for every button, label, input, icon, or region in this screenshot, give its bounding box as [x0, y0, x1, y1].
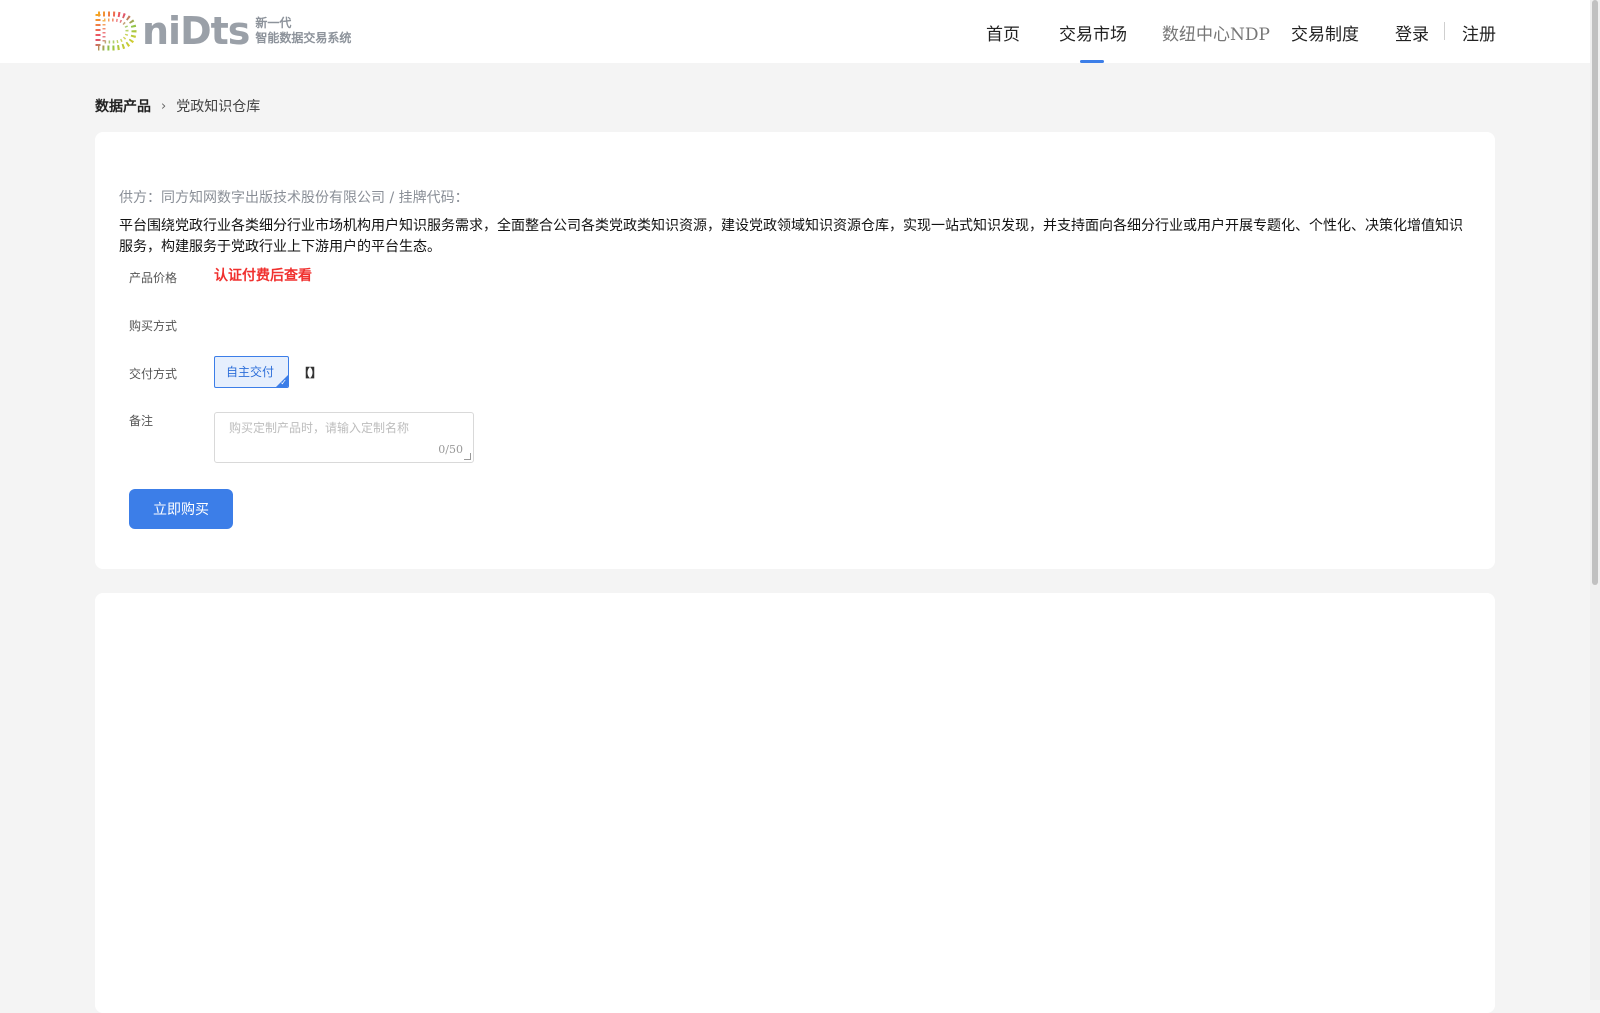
site-logo[interactable]: niDts 新一代 智能数据交易系统 — [94, 10, 351, 52]
top-header: niDts 新一代 智能数据交易系统 首页 交易市场 数纽中心NDP 交易制度 … — [0, 0, 1590, 63]
breadcrumb: 数据产品 › 党政知识仓库 — [95, 96, 260, 116]
supplier-info: 供方：同方知网数字出版技术股份有限公司 / 挂牌代码： — [119, 190, 469, 206]
logo-d-mark-icon — [95, 11, 137, 51]
page-scrollbar-thumb[interactable] — [1592, 0, 1598, 585]
buy-now-button[interactable]: 立即购买 — [129, 489, 233, 529]
price-value: 认证付费后查看 — [214, 268, 312, 284]
remark-label: 备注 — [129, 414, 154, 428]
chevron-right-icon: › — [161, 98, 167, 114]
nav-login[interactable]: 登录 — [1395, 20, 1429, 45]
nav-ndp[interactable]: 数纽中心NDP — [1162, 20, 1270, 45]
logo-subtitle-line2: 智能数据交易系统 — [255, 31, 352, 45]
nav-market[interactable]: 交易市场 — [1059, 20, 1127, 45]
purchase-method-label: 购买方式 — [129, 319, 178, 333]
remark-field: 0/50 — [214, 412, 474, 463]
breadcrumb-root[interactable]: 数据产品 — [95, 96, 151, 116]
delivery-method-label: 交付方式 — [129, 367, 178, 381]
nav-active-indicator — [1080, 60, 1104, 63]
product-description: 平台围绕党政行业各类细分行业市场机构用户知识服务需求，全面整合公司各类党政类知识… — [119, 218, 1463, 255]
product-detail-card: 供方：同方知网数字出版技术股份有限公司 / 挂牌代码： 平台围绕党政行业各类细分… — [95, 132, 1495, 569]
breadcrumb-current: 党政知识仓库 — [176, 99, 261, 115]
resize-handle-icon[interactable] — [464, 453, 471, 460]
check-icon: ✓ — [280, 378, 287, 387]
price-label: 产品价格 — [129, 271, 178, 285]
product-content-card — [95, 593, 1495, 1013]
nav-rules[interactable]: 交易制度 — [1291, 20, 1359, 45]
delivery-extra: 【】 — [298, 366, 323, 380]
remark-char-count: 0/50 — [438, 443, 463, 456]
delivery-option-label: 自主交付 — [226, 365, 275, 379]
nav-register[interactable]: 注册 — [1462, 20, 1496, 45]
logo-subtitle-line1: 新一代 — [255, 16, 292, 30]
nav-divider — [1444, 22, 1445, 40]
logo-subtitle: 新一代 智能数据交易系统 — [255, 16, 351, 46]
nav-home[interactable]: 首页 — [986, 20, 1020, 45]
logo-wordmark: niDts — [142, 9, 250, 53]
delivery-option-self[interactable]: 自主交付 ✓ — [214, 356, 289, 388]
remark-textarea[interactable] — [215, 413, 473, 462]
